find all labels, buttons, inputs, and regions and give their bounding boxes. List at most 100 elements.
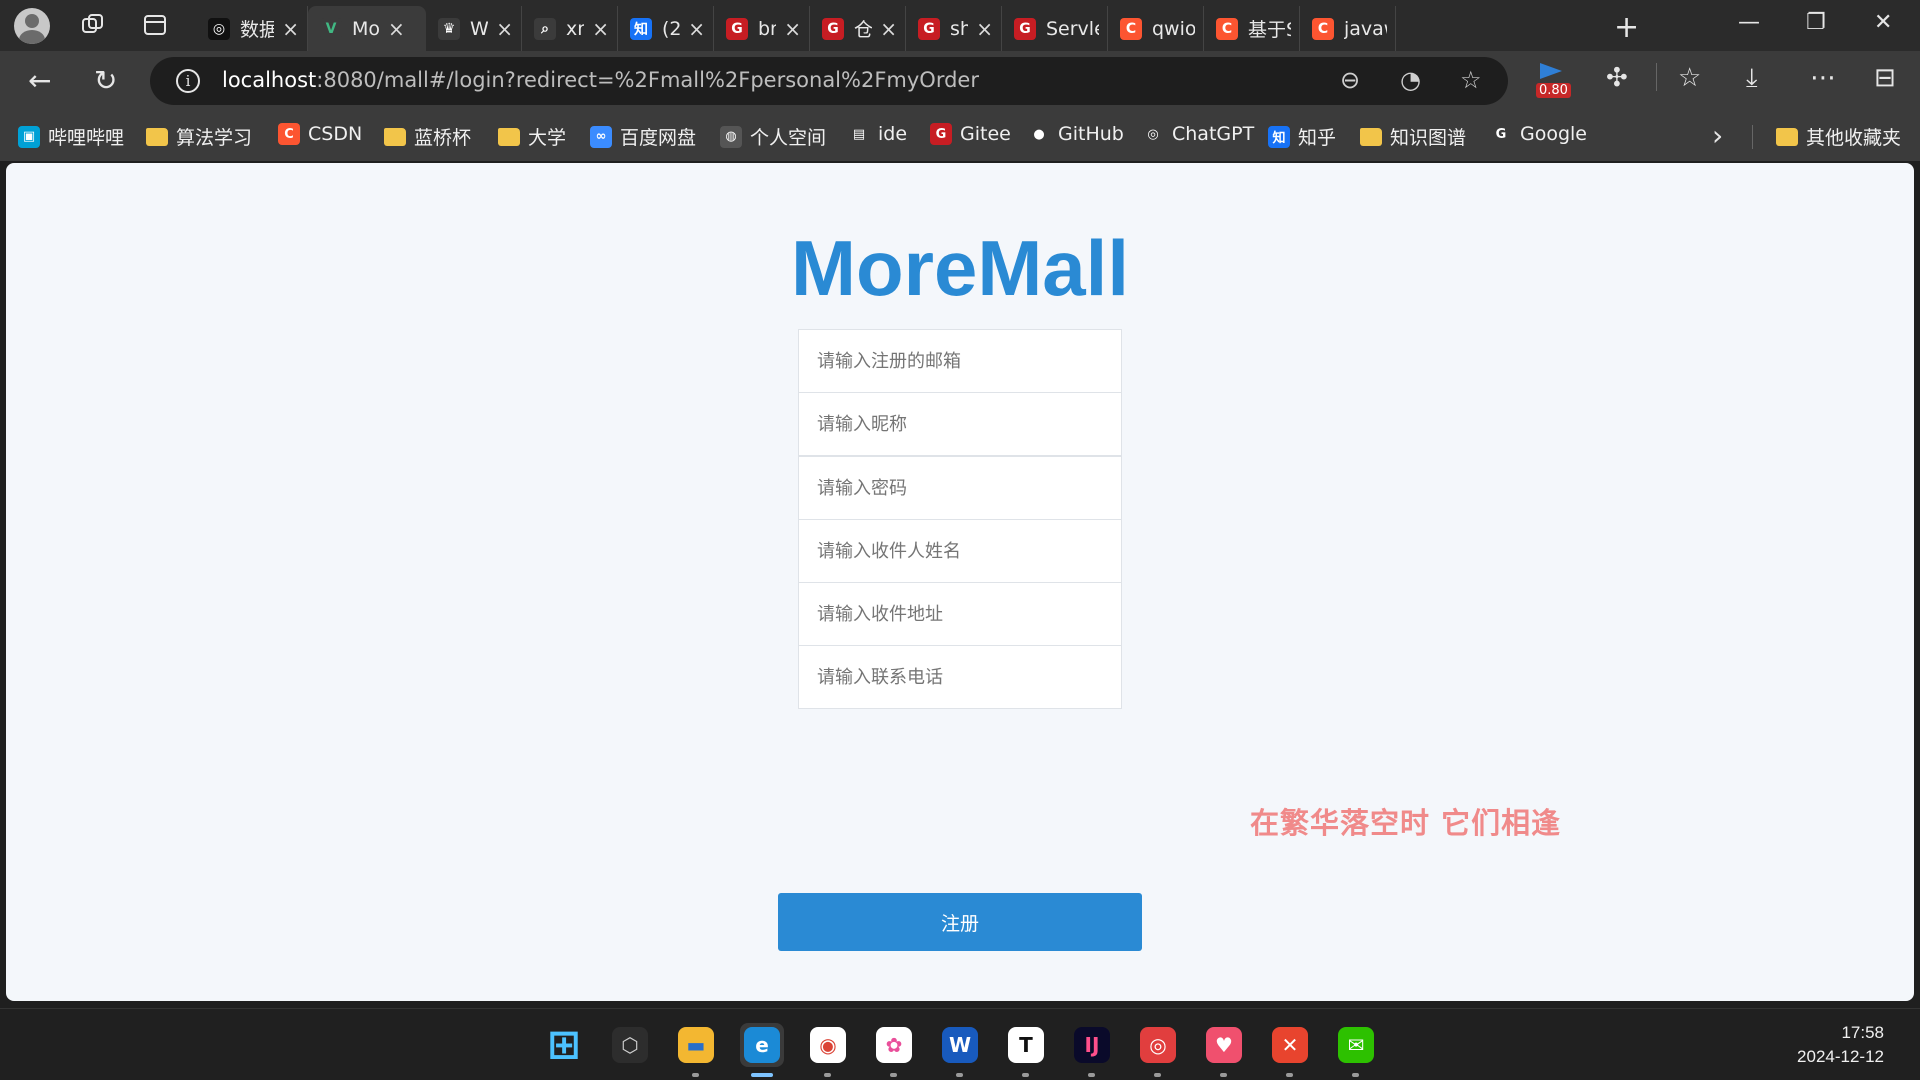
receiver-name-field[interactable] — [798, 519, 1122, 583]
new-tab-plus-icon[interactable]: + — [1614, 10, 1639, 45]
running-indicator — [1220, 1073, 1227, 1077]
tab-close-icon[interactable]: × — [592, 17, 609, 41]
bookmark-item[interactable]: G Gitee — [930, 123, 1011, 145]
workspaces-icon[interactable] — [80, 12, 106, 38]
tab-close-icon[interactable]: × — [688, 17, 705, 41]
gitee-icon: G — [726, 17, 748, 40]
csdn-icon: C — [1312, 17, 1334, 40]
bookmark-item[interactable]: ▣ 哔哩哔哩 — [18, 123, 124, 150]
colorful-app-icon[interactable]: ✿ — [872, 1023, 916, 1077]
running-indicator — [1088, 1073, 1095, 1077]
bookmark-item[interactable]: 知识图谱 — [1360, 123, 1466, 150]
zoom-out-icon[interactable]: ⊖ — [1340, 66, 1360, 94]
site-info-icon[interactable]: i — [176, 69, 200, 93]
tab-title: We — [470, 17, 488, 40]
email-field[interactable] — [798, 329, 1122, 393]
wechat-icon[interactable]: ✉ — [1334, 1023, 1378, 1077]
browser-tab[interactable]: Cqwioiwp — [1108, 6, 1204, 51]
running-indicator — [692, 1073, 699, 1077]
bookmark-item[interactable]: ◍ 个人空间 — [720, 123, 826, 150]
tab-title: javaweb — [1344, 17, 1387, 40]
back-arrow-icon[interactable]: ← — [28, 64, 51, 97]
bookmark-item[interactable]: ▤ ide — [848, 123, 907, 145]
browser-tab[interactable]: Cjavaweb — [1300, 6, 1396, 51]
browser-tab[interactable]: ♛ We × — [426, 6, 522, 51]
xmind-icon[interactable]: ✕ — [1268, 1023, 1312, 1077]
bookmark-item[interactable]: 蓝桥杯 — [384, 123, 471, 150]
tab-title: 仓 — [854, 19, 873, 41]
close-window-icon[interactable]: ✕ — [1874, 10, 1892, 35]
sidebar-toggle-icon[interactable]: ⊟ — [1874, 63, 1896, 93]
bookmark-item[interactable]: 大学 — [498, 123, 566, 150]
intellij-idea-icon[interactable]: IJ — [1070, 1023, 1114, 1077]
toolbar-divider — [1656, 63, 1657, 91]
browser-tab[interactable]: ◎ 数据 × — [196, 6, 308, 51]
crown-icon: ♛ — [438, 17, 460, 40]
favorites-icon[interactable]: ☆ — [1678, 63, 1701, 93]
extension-flag-icon[interactable]: 0.80 — [1536, 61, 1572, 101]
minimize-icon[interactable]: — — [1738, 10, 1760, 35]
csdn-icon: C — [278, 123, 300, 145]
downloads-icon[interactable]: ⤓ — [1746, 63, 1758, 94]
phone-field[interactable] — [798, 645, 1122, 709]
running-indicator — [1022, 1073, 1029, 1077]
restore-icon[interactable]: ❐ — [1806, 10, 1826, 35]
extensions-puzzle-icon[interactable]: ✣ — [1606, 63, 1628, 93]
tab-close-icon[interactable]: × — [976, 17, 993, 41]
brand-logo: MoreMall — [790, 224, 1130, 312]
tab-title: 基于Ser — [1248, 19, 1291, 41]
browser-tab[interactable]: Gsho × — [906, 6, 1002, 51]
widgets-icon[interactable]: ⬡ — [608, 1023, 652, 1067]
bookmark-item[interactable]: ∞ 百度网盘 — [590, 123, 696, 150]
browser-tab[interactable]: V Mo × — [308, 6, 426, 51]
bookmark-item[interactable]: C CSDN — [278, 123, 362, 145]
tab-close-icon[interactable]: × — [282, 17, 299, 41]
netease-music-icon[interactable]: ◎ — [1136, 1023, 1180, 1077]
chrome-icon[interactable]: ◉ — [806, 1023, 850, 1077]
file-explorer-icon[interactable]: ▬ — [674, 1023, 718, 1077]
typora-icon[interactable]: T — [1004, 1023, 1048, 1077]
tab-close-icon[interactable]: × — [496, 17, 513, 41]
pink-app-icon[interactable]: ♥ — [1202, 1023, 1246, 1077]
bookmark-label: 算法学习 — [176, 127, 253, 149]
clock-time: 17:58 — [1841, 1023, 1884, 1042]
nickname-field[interactable] — [798, 392, 1122, 456]
word-icon[interactable]: W — [938, 1023, 982, 1077]
bookmark-item[interactable]: G Google — [1490, 123, 1587, 145]
browser-tab[interactable]: G 仓 × — [810, 6, 906, 51]
system-clock[interactable]: 17:58 2024-12-12 — [1797, 1021, 1884, 1069]
browser-tab[interactable]: C 基于Ser — [1204, 6, 1300, 51]
tab-close-icon[interactable]: × — [388, 17, 405, 41]
running-indicator — [751, 1073, 773, 1077]
bookmark-item[interactable]: ● GitHub — [1028, 123, 1124, 145]
browser-tab[interactable]: 知 (2 × — [618, 6, 714, 51]
favorite-star-icon[interactable]: ☆ — [1460, 66, 1482, 94]
bookmark-item[interactable]: 知知乎 — [1268, 123, 1336, 150]
tab-close-icon[interactable]: × — [880, 17, 897, 41]
bookmarks-overflow-chevron-icon[interactable]: › — [1712, 119, 1723, 152]
tab-actions-icon[interactable] — [142, 12, 168, 38]
browser-toolbar: ← ↻ i localhost:8080/mall#/login?redirec… — [0, 51, 1920, 111]
register-button[interactable]: 注册 — [778, 893, 1142, 951]
edge-sync-icon[interactable]: ◔ — [1400, 66, 1421, 94]
tab-title: bn — [758, 17, 777, 40]
windows-start-icon[interactable]: ⊞ — [542, 1022, 586, 1068]
url-text[interactable]: localhost:8080/mall#/login?redirect=%2Fm… — [222, 68, 979, 92]
browser-tab[interactable]: ⌕ xm × — [522, 6, 618, 51]
tab-title: sho — [950, 17, 969, 40]
password-field[interactable] — [798, 456, 1122, 520]
tab-close-icon[interactable]: × — [784, 17, 801, 41]
refresh-icon[interactable]: ↻ — [94, 64, 117, 97]
bookmark-item[interactable]: ◎ ChatGPT — [1142, 123, 1254, 145]
address-bar[interactable]: i localhost:8080/mall#/login?redirect=%2… — [150, 57, 1508, 105]
address-field[interactable] — [798, 582, 1122, 646]
zhihu-icon: 知 — [1268, 125, 1290, 148]
profile-avatar-icon[interactable] — [14, 8, 50, 44]
bookmark-label: 百度网盘 — [620, 127, 697, 149]
more-menu-icon[interactable]: ⋯ — [1810, 63, 1836, 93]
browser-tab[interactable]: G ServletT — [1002, 6, 1108, 51]
browser-tab[interactable]: Gbn × — [714, 6, 810, 51]
bookmark-item[interactable]: 算法学习 — [146, 123, 252, 150]
edge-icon[interactable]: e — [740, 1023, 784, 1077]
bookmark-item[interactable]: 其他收藏夹 — [1776, 123, 1901, 150]
